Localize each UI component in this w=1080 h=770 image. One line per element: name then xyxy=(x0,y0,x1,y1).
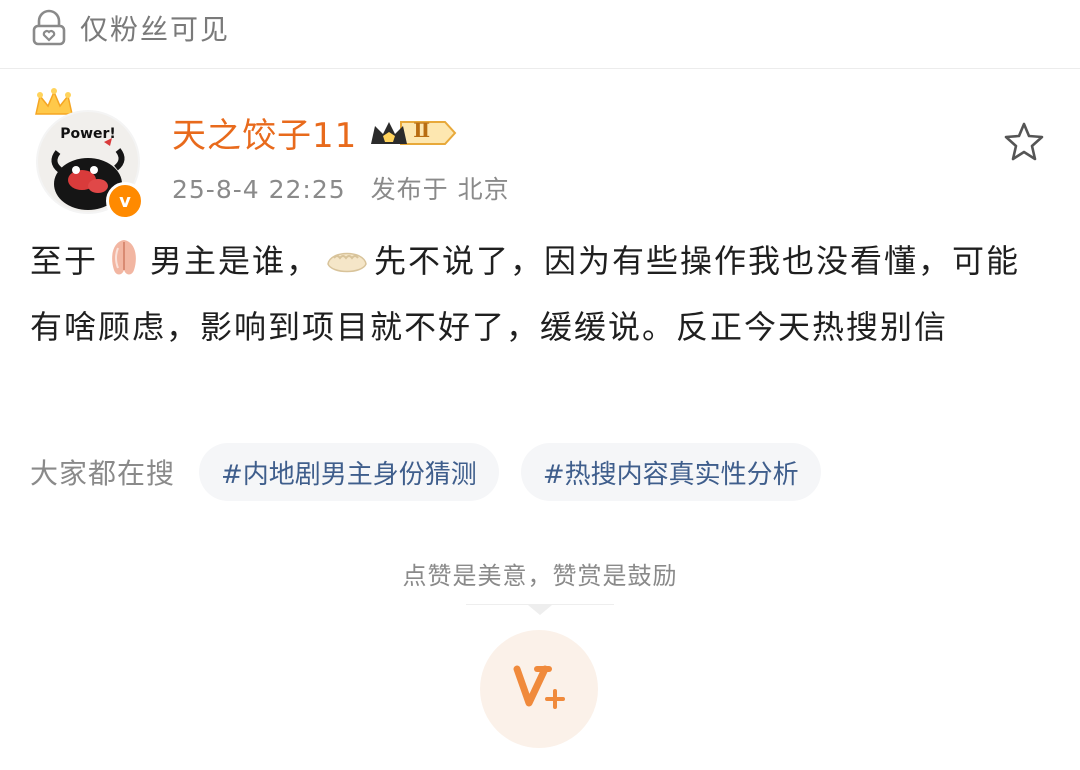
content-text-2: 男主是谁， xyxy=(150,242,321,280)
vip-level-text: Ⅱ xyxy=(413,117,431,142)
reward-button[interactable] xyxy=(480,630,598,748)
post-datetime: 25-8-4 22:25 xyxy=(172,175,346,204)
visibility-text: 仅粉丝可见 xyxy=(80,13,231,46)
vip-level-badge[interactable]: Ⅱ xyxy=(367,116,459,150)
lock-heart-icon xyxy=(30,9,68,47)
username[interactable]: 天之饺子11 xyxy=(172,108,357,157)
author-avatar-group[interactable]: Power! v xyxy=(30,88,170,220)
visibility-indicator: 仅粉丝可见 xyxy=(30,8,230,48)
reward-v-plus-icon xyxy=(509,659,569,719)
topbar: 仅粉丝可见 xyxy=(0,0,1080,69)
verified-badge: v xyxy=(106,182,144,220)
post-meta: 25-8-4 22:25 发布于 北京 xyxy=(172,170,510,206)
peach-emoji-icon xyxy=(102,236,146,298)
content-text-1: 至于 xyxy=(30,242,99,280)
username-row: 天之饺子11 Ⅱ xyxy=(172,108,459,157)
dumpling-emoji-icon xyxy=(324,240,370,298)
hashtag-chip-2[interactable]: #热搜内容真实性分析 xyxy=(520,443,821,501)
trending-label: 大家都在搜 xyxy=(30,457,176,490)
post-location: 发布于 北京 xyxy=(370,175,510,204)
favorite-star-icon[interactable] xyxy=(1000,118,1048,166)
reward-caret xyxy=(528,605,552,615)
hashtag-chip-1[interactable]: #内地剧男主身份猜测 xyxy=(199,443,499,501)
post-header: Power! v 天之饺子11 Ⅱ 25-8-4 22:25 发布于 北京 xyxy=(0,80,1080,220)
reward-prompt: 点赞是美意，赞赏是鼓励 xyxy=(402,562,678,590)
post-content: 至于 男主是谁， 先不说了，因为有些操作我也没看懂，可能有啥顾虑，影响到项目就不… xyxy=(30,232,1040,356)
trending-searches: 大家都在搜 #内地剧男主身份猜测 #热搜内容真实性分析 xyxy=(30,442,821,502)
